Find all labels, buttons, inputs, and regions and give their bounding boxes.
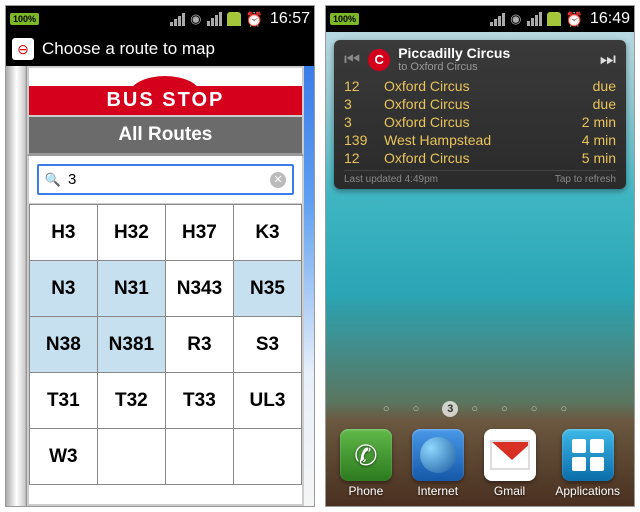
roundel-graphic	[27, 66, 304, 86]
departure-time: 2 min	[582, 114, 616, 130]
search-row: 🔍 ✕	[27, 156, 304, 203]
dock-internet-label: Internet	[417, 484, 458, 498]
route-cell[interactable]: W3	[29, 429, 97, 485]
route-cell[interactable]: N343	[165, 261, 233, 317]
android-icon	[227, 12, 241, 26]
tap-refresh-label[interactable]: Tap to refresh	[555, 174, 616, 185]
route-cell	[233, 429, 301, 485]
signal-icon	[490, 13, 505, 26]
widget-prev-icon[interactable]: ⏮	[344, 49, 360, 70]
dock-phone-label: Phone	[349, 484, 384, 498]
cell-signal-icon	[207, 12, 222, 26]
departure-row: 3Oxford Circus2 min	[344, 113, 616, 131]
route-cell	[165, 429, 233, 485]
search-input[interactable]	[65, 168, 270, 191]
widget-next-icon[interactable]: ⏭	[600, 49, 616, 70]
alarm-icon: ⏰	[566, 11, 583, 28]
home-screen[interactable]: ⏮ C Piccadilly Circus to Oxford Circus ⏭…	[326, 32, 634, 506]
dock-gmail-label: Gmail	[494, 484, 525, 498]
stop-info: Piccadilly Circus to Oxford Circus	[398, 46, 510, 73]
departure-time: 5 min	[582, 150, 616, 166]
departure-route: 12	[344, 78, 384, 94]
route-cell[interactable]: T31	[29, 373, 97, 429]
android-icon	[547, 12, 561, 26]
departure-time: due	[593, 96, 616, 112]
route-cell[interactable]: T33	[165, 373, 233, 429]
battery-indicator: 100%	[330, 13, 359, 25]
route-cell[interactable]: N31	[97, 261, 165, 317]
status-clock: 16:49	[590, 10, 630, 28]
last-updated-label: Last updated 4:49pm	[344, 174, 438, 185]
clear-search-icon[interactable]: ✕	[270, 172, 286, 188]
dock-gmail[interactable]: Gmail	[484, 429, 536, 498]
phone-right: 100% ◉ ⏰ 16:49 ⏮ C Piccadilly Circus to …	[325, 5, 635, 507]
route-grid: H3H32H37K3 N3N31N343N35 N38N381R3S3 T31T32T…	[27, 203, 304, 506]
route-cell[interactable]: H37	[165, 205, 233, 261]
page-active: 3	[442, 401, 458, 417]
app-header: ⊖ Choose a route to map	[6, 32, 314, 66]
wifi-icon: ◉	[510, 11, 521, 27]
route-cell[interactable]: N381	[97, 317, 165, 373]
search-box[interactable]: 🔍 ✕	[37, 164, 294, 195]
route-cell[interactable]: N3	[29, 261, 97, 317]
app-title: Choose a route to map	[42, 39, 215, 59]
route-cell[interactable]: UL3	[233, 373, 301, 429]
departure-row: 3Oxford Circusdue	[344, 95, 616, 113]
departure-row: 12Oxford Circusdue	[344, 77, 616, 95]
departure-dest: West Hampstead	[384, 132, 582, 148]
dock-applications[interactable]: Applications	[555, 429, 620, 498]
departure-row: 12Oxford Circus5 min	[344, 149, 616, 167]
battery-indicator: 100%	[10, 13, 39, 25]
signal-icon	[170, 13, 185, 26]
bus-stop-pole	[6, 66, 27, 506]
route-cell[interactable]: S3	[233, 317, 301, 373]
route-cell[interactable]: T32	[97, 373, 165, 429]
departure-route: 139	[344, 132, 384, 148]
app-icon: ⊖	[12, 38, 34, 60]
route-cell[interactable]: N38	[29, 317, 97, 373]
all-routes-button[interactable]: All Routes	[27, 115, 304, 156]
globe-icon	[412, 429, 464, 481]
apps-icon	[562, 429, 614, 481]
status-bar: 100% ◉ ⏰ 16:49	[326, 6, 634, 32]
bus-stop-label: BUS STOP	[27, 86, 304, 115]
dock: ✆ Phone Internet Gmail Applications	[326, 423, 634, 506]
route-cell[interactable]: N35	[233, 261, 301, 317]
bus-widget[interactable]: ⏮ C Piccadilly Circus to Oxford Circus ⏭…	[334, 40, 626, 189]
gmail-icon	[484, 429, 536, 481]
departure-route: 3	[344, 114, 384, 130]
page-indicator[interactable]: ○ ○ 3 ○ ○ ○ ○	[326, 395, 634, 423]
status-clock: 16:57	[270, 10, 310, 28]
line-badge: C	[368, 49, 390, 71]
stop-name: Piccadilly Circus	[398, 46, 510, 61]
departure-route: 12	[344, 150, 384, 166]
app-body: BUS STOP All Routes 🔍 ✕ H3H32H37K3N3N31N…	[6, 66, 314, 506]
route-cell[interactable]: H3	[29, 205, 97, 261]
cell-signal-icon	[527, 12, 542, 26]
route-cell[interactable]: R3	[165, 317, 233, 373]
route-cell	[97, 429, 165, 485]
departure-row: 139West Hampstead4 min	[344, 131, 616, 149]
departure-dest: Oxford Circus	[384, 78, 593, 94]
departures-list: 12Oxford Circusdue3Oxford Circusdue3Oxfo…	[344, 77, 616, 167]
search-icon: 🔍	[45, 172, 61, 188]
departure-dest: Oxford Circus	[384, 114, 582, 130]
route-cell[interactable]: K3	[233, 205, 301, 261]
phone-icon: ✆	[340, 429, 392, 481]
wifi-icon: ◉	[190, 11, 201, 27]
dock-phone[interactable]: ✆ Phone	[340, 429, 392, 498]
route-cell[interactable]: H32	[97, 205, 165, 261]
stop-destination: to Oxford Circus	[398, 61, 510, 73]
departure-dest: Oxford Circus	[384, 96, 593, 112]
departure-time: 4 min	[582, 132, 616, 148]
phone-left: 100% ◉ ⏰ 16:57 ⊖ Choose a route to map B…	[5, 5, 315, 507]
departure-time: due	[593, 78, 616, 94]
departure-dest: Oxford Circus	[384, 150, 582, 166]
status-bar: 100% ◉ ⏰ 16:57	[6, 6, 314, 32]
alarm-icon: ⏰	[246, 11, 263, 28]
departure-route: 3	[344, 96, 384, 112]
dock-internet[interactable]: Internet	[412, 429, 464, 498]
dock-applications-label: Applications	[555, 484, 620, 498]
